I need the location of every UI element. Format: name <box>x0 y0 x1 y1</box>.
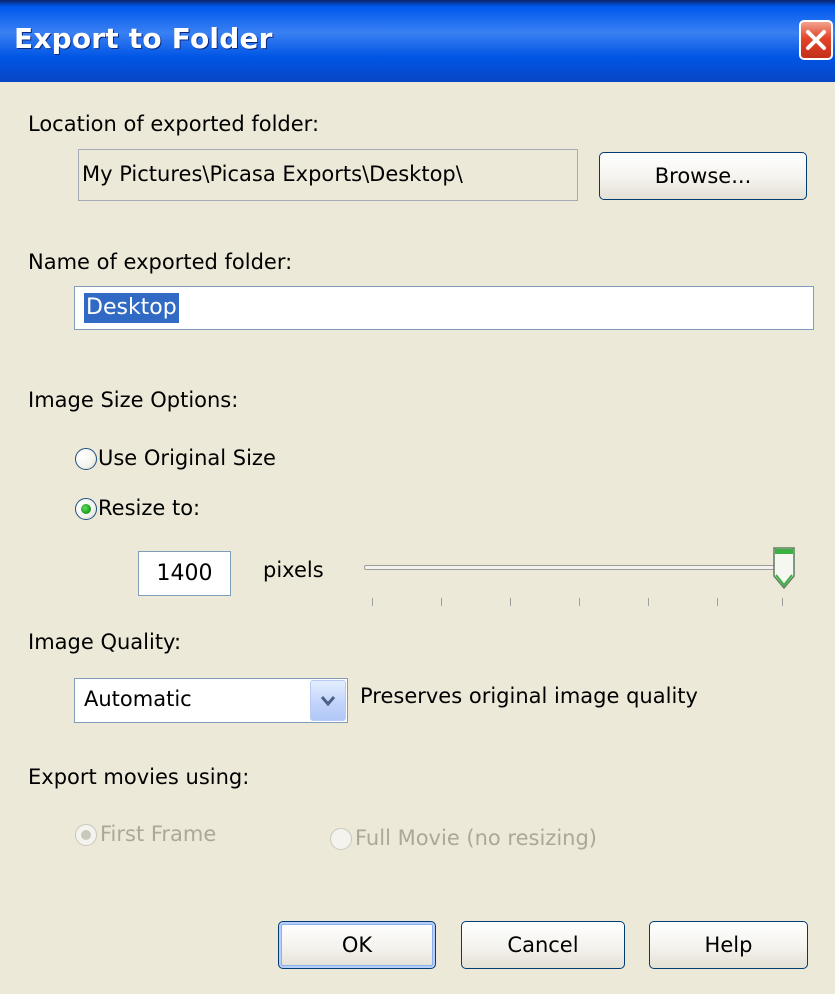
first-frame-label[interactable]: First Frame <box>100 822 216 846</box>
cancel-button[interactable]: Cancel <box>461 921 625 969</box>
chevron-down-icon <box>320 695 336 706</box>
close-button[interactable] <box>799 20 833 60</box>
quality-selected: Automatic <box>84 687 192 711</box>
title-bar: Export to Folder <box>0 0 835 82</box>
resize-label[interactable]: Resize to: <box>98 496 200 520</box>
size-options-label: Image Size Options: <box>28 388 239 412</box>
quality-dropdown[interactable]: Automatic <box>74 678 348 723</box>
close-icon <box>806 30 826 50</box>
size-slider-track[interactable] <box>364 565 788 570</box>
ok-button[interactable]: OK <box>278 921 436 969</box>
radio-original-size[interactable] <box>75 448 97 470</box>
radio-resize[interactable] <box>75 498 97 520</box>
dropdown-button[interactable] <box>310 680 346 721</box>
slider-thumb[interactable] <box>772 546 796 590</box>
pixels-input[interactable]: 1400 <box>138 551 231 596</box>
window-title: Export to Folder <box>14 22 273 55</box>
slider-tick <box>441 598 442 606</box>
slider-tick <box>648 598 649 606</box>
location-field: My Pictures\Picasa Exports\Desktop\ <box>78 149 578 201</box>
location-label: Location of exported folder: <box>28 112 320 136</box>
radio-full-movie[interactable] <box>330 828 352 850</box>
slider-tick <box>510 598 511 606</box>
radio-selected-dot <box>81 504 91 514</box>
radio-first-frame[interactable] <box>75 824 97 846</box>
slider-tick <box>717 598 718 606</box>
browse-button[interactable]: Browse... <box>599 152 807 200</box>
pixels-unit-label: pixels <box>263 558 324 582</box>
name-label: Name of exported folder: <box>28 250 293 274</box>
folder-name-input[interactable]: Desktop <box>74 286 814 330</box>
folder-name-value: Desktop <box>84 293 179 323</box>
radio-selected-dot <box>81 830 91 840</box>
original-size-label[interactable]: Use Original Size <box>98 446 276 470</box>
quality-label: Image Quality: <box>28 630 182 654</box>
slider-tick <box>372 598 373 606</box>
help-button[interactable]: Help <box>649 921 808 969</box>
quality-description: Preserves original image quality <box>360 684 698 708</box>
full-movie-label[interactable]: Full Movie (no resizing) <box>355 826 597 850</box>
movies-label: Export movies using: <box>28 765 250 789</box>
slider-tick <box>579 598 580 606</box>
slider-tick <box>782 598 783 606</box>
